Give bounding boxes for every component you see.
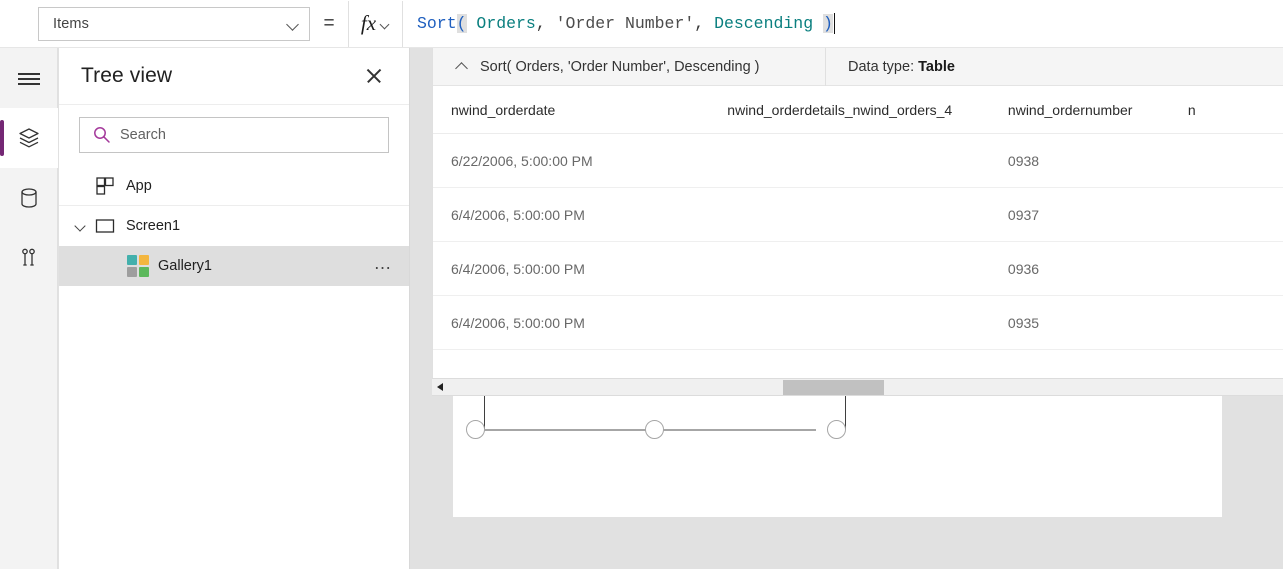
selection-handle[interactable]: [645, 420, 664, 439]
gallery-selection-adorner: [453, 396, 853, 439]
selection-handle[interactable]: [827, 420, 846, 439]
column-header-orderdate[interactable]: nwind_orderdate: [433, 102, 719, 118]
cell-ordernumber: 0936: [1007, 260, 1040, 277]
table-row[interactable]: 6/4/2006, 5:00:00 PM 0935: [433, 296, 1283, 350]
chevron-down-icon: [75, 221, 86, 232]
insert-icon[interactable]: [0, 228, 58, 288]
formula-bar: Items = fx Sort( Orders, 'Order Number',…: [0, 0, 1283, 48]
data-type-value: Table: [918, 58, 955, 75]
column-header-ordernumber[interactable]: nwind_ordernumber: [986, 102, 1166, 118]
cell-ordernumber: 0938: [1007, 152, 1040, 169]
database-icon: [21, 188, 37, 208]
cell-orderdate: 6/4/2006, 5:00:00 PM: [451, 314, 585, 331]
expand-collapse-toggle[interactable]: [67, 206, 93, 246]
gallery-icon: [127, 255, 149, 277]
formula-token: Descending: [714, 14, 823, 33]
tree-node-label: Screen1: [126, 218, 181, 234]
search-placeholder: Search: [120, 127, 166, 143]
chevron-down-icon: [380, 19, 390, 29]
results-header: Sort( Orders, 'Order Number', Descending…: [433, 47, 1283, 86]
column-header-orderdetails[interactable]: nwind_orderdetails_nwind_orders_4: [719, 102, 986, 118]
property-dropdown-value: Items: [53, 15, 89, 32]
scrollbar-thumb[interactable]: [783, 380, 884, 395]
app-icon: [96, 176, 114, 195]
fx-glyph: fx: [360, 11, 377, 35]
cell-orderdate: 6/22/2006, 5:00:00 PM: [451, 152, 593, 169]
tree-node-app[interactable]: App: [59, 166, 409, 206]
horizontal-scrollbar[interactable]: [432, 378, 1283, 396]
table-row[interactable]: 6/22/2006, 5:00:00 PM 0938: [433, 134, 1283, 188]
left-icon-rail: [0, 48, 58, 569]
panel-title: Tree view: [81, 64, 173, 87]
search-input[interactable]: Search: [79, 117, 389, 153]
table-row[interactable]: 6/4/2006, 5:00:00 PM 0936: [433, 242, 1283, 296]
caret-left-icon[interactable]: [432, 378, 448, 396]
expander-placeholder: [67, 166, 93, 206]
expander-placeholder: [67, 246, 93, 286]
tree-node-screen1[interactable]: Screen1: [59, 206, 409, 246]
results-formula-label: Sort( Orders, 'Order Number', Descending…: [480, 58, 760, 75]
collapse-results-button[interactable]: Sort( Orders, 'Order Number', Descending…: [433, 47, 826, 86]
overflow-menu-button[interactable]: …: [370, 253, 398, 280]
hamburger-glyph: [18, 71, 40, 85]
text-caret: [833, 13, 836, 34]
data-type-info: Data type: Table: [826, 59, 955, 75]
search-container: Search: [59, 105, 409, 166]
layers-icon: [19, 128, 39, 148]
equals-sign: =: [323, 12, 335, 34]
close-icon[interactable]: [359, 61, 389, 91]
formula-token: 'Order Number': [555, 14, 695, 33]
tree-node-label: App: [126, 177, 152, 194]
formula-results-panel: Sort( Orders, 'Order Number', Descending…: [432, 47, 1283, 378]
formula-token: ,: [694, 14, 715, 33]
formula-token: ): [823, 14, 833, 33]
search-icon: [94, 127, 110, 143]
formula-token: (: [456, 14, 467, 33]
fx-button[interactable]: fx: [348, 0, 403, 47]
screen-icon: [95, 219, 115, 233]
cell-ordernumber: 0935: [1007, 314, 1040, 331]
table-body: 6/22/2006, 5:00:00 PM 0938 6/4/2006, 5:00:…: [433, 134, 1283, 350]
tree-view-icon[interactable]: [0, 108, 58, 168]
canvas-area: [410, 396, 1283, 569]
formula-text: Sort( Orders, 'Order Number', Descending…: [417, 14, 833, 33]
column-header-truncated[interactable]: n: [1166, 102, 1283, 118]
tools-icon: [22, 248, 35, 266]
cell-orderdate: 6/4/2006, 5:00:00 PM: [451, 260, 585, 277]
table-header-row: nwind_orderdate nwind_orderdetails_nwind…: [433, 86, 1283, 134]
formula-input[interactable]: Sort( Orders, 'Order Number', Descending…: [403, 0, 1283, 47]
menu-icon[interactable]: [0, 48, 58, 108]
tree-node-label: Gallery1: [158, 258, 212, 274]
formula-token: Orders: [466, 14, 536, 33]
results-table: nwind_orderdate nwind_orderdetails_nwind…: [433, 86, 1283, 356]
chevron-down-icon: [287, 18, 299, 30]
property-dropdown[interactable]: Items: [38, 6, 310, 41]
formula-token: ,: [535, 14, 556, 33]
data-sources-icon[interactable]: [0, 168, 58, 228]
tree-view-header: Tree view: [59, 48, 409, 105]
selection-handle[interactable]: [466, 420, 485, 439]
power-apps-studio: Items = fx Sort( Orders, 'Order Number',…: [0, 0, 1283, 569]
table-row[interactable]: 6/4/2006, 5:00:00 PM 0937: [433, 188, 1283, 242]
formula-token: Sort: [417, 14, 457, 33]
cell-orderdate: 6/4/2006, 5:00:00 PM: [451, 206, 585, 223]
data-type-label: Data type:: [848, 58, 915, 75]
chevron-up-icon: [455, 60, 468, 73]
cell-ordernumber: 0937: [1007, 206, 1040, 223]
tree-view-panel: Tree view Search App Screen1 Gallery1 …: [59, 48, 410, 569]
tree-node-gallery1[interactable]: Gallery1 …: [59, 246, 409, 286]
